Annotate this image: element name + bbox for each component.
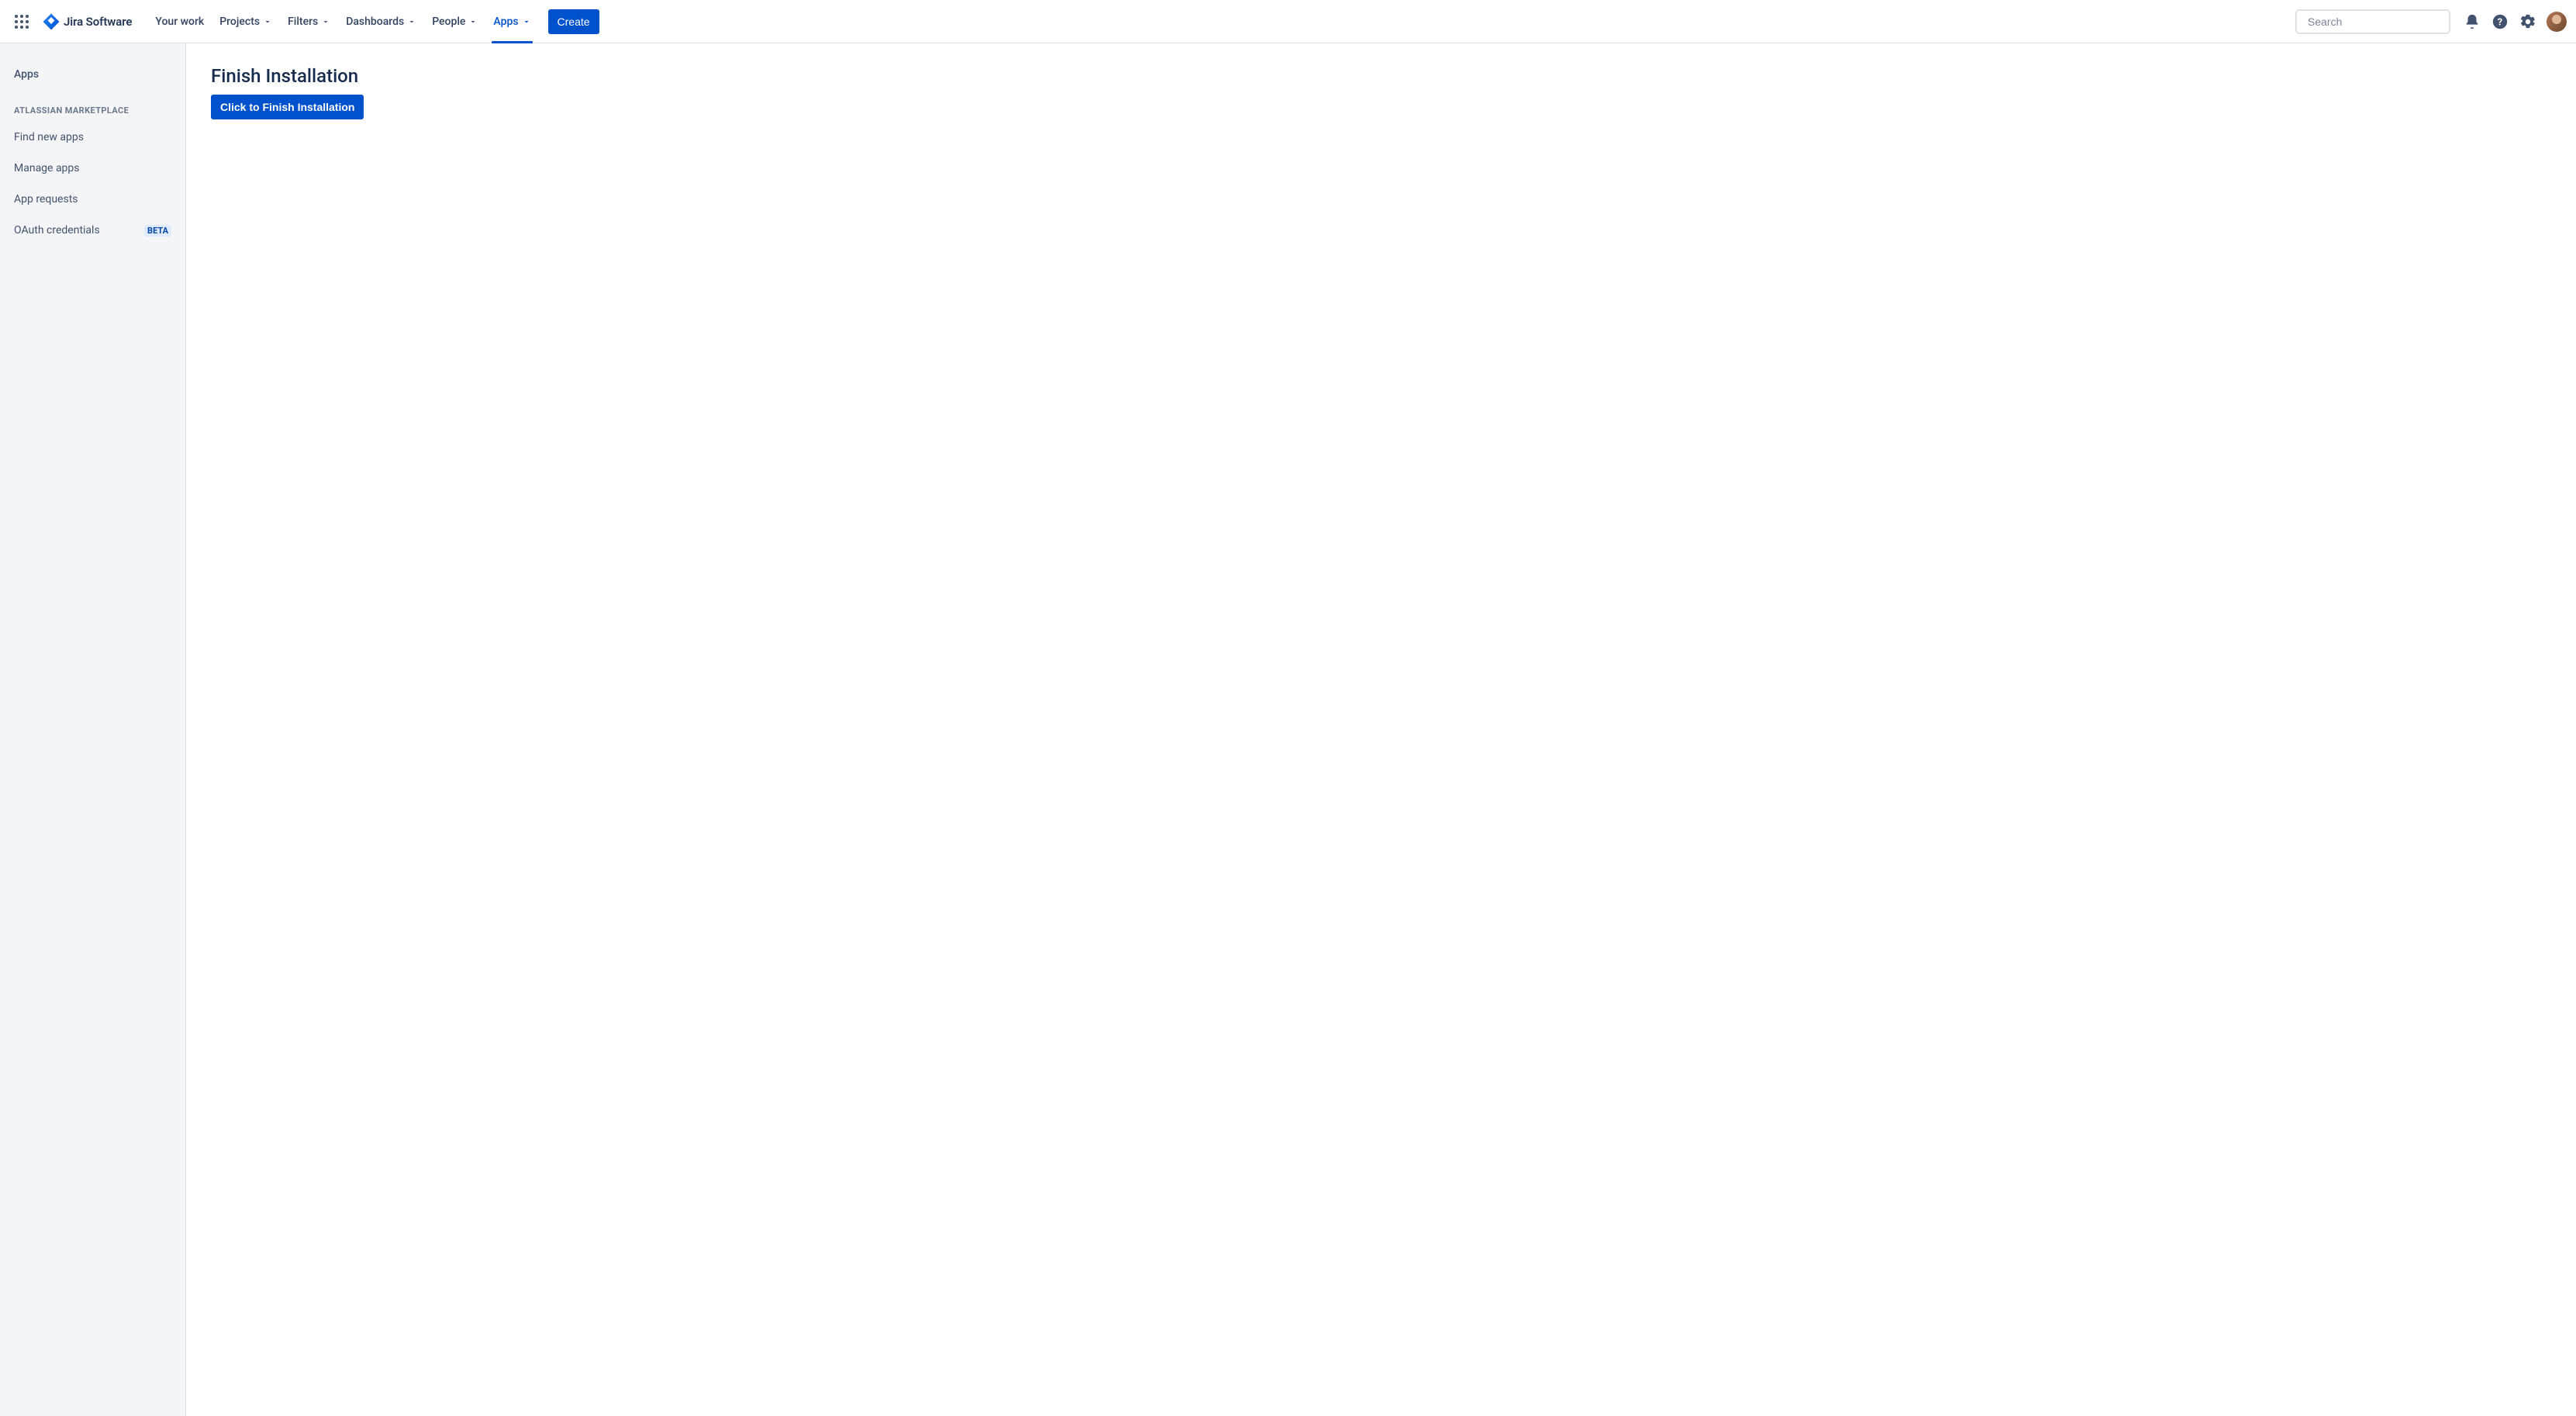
notifications-icon[interactable]: [2460, 9, 2484, 34]
page-title: Finish Installation: [211, 65, 2551, 87]
beta-badge: BETA: [144, 225, 171, 237]
app-switcher-icon[interactable]: [9, 9, 34, 34]
chevron-down-icon: [407, 17, 416, 26]
sidebar-item-label: Manage apps: [14, 162, 80, 174]
help-icon[interactable]: ?: [2488, 9, 2512, 34]
nav-projects[interactable]: Projects: [213, 9, 278, 34]
search-box[interactable]: [2295, 9, 2450, 34]
sidebar-section-label: Atlassian Marketplace: [6, 99, 179, 122]
chevron-down-icon: [468, 17, 478, 26]
nav-your-work[interactable]: Your work: [149, 9, 210, 34]
nav-apps[interactable]: Apps: [487, 9, 537, 34]
jira-logo[interactable]: Jira Software: [37, 9, 136, 34]
nav-people[interactable]: People: [426, 9, 484, 34]
sidebar-item-app-requests[interactable]: App requests: [6, 184, 179, 215]
chevron-down-icon: [321, 17, 330, 26]
sidebar-item-label: App requests: [14, 193, 78, 205]
top-navigation: Jira Software Your work Projects Filters…: [0, 0, 2576, 43]
main-content: Finish Installation Click to Finish Inst…: [186, 43, 2576, 1416]
nav-filters[interactable]: Filters: [281, 9, 337, 34]
sidebar-item-oauth-credentials[interactable]: OAuth credentials BETA: [6, 215, 179, 246]
chevron-down-icon: [522, 17, 531, 26]
product-name: Jira Software: [64, 15, 132, 29]
primary-nav: Your work Projects Filters Dashboards Pe…: [149, 9, 2295, 34]
sidebar-item-label: OAuth credentials: [14, 224, 100, 237]
layout: Apps Atlassian Marketplace Find new apps…: [0, 43, 2576, 1416]
nav-dashboards[interactable]: Dashboards: [340, 9, 423, 34]
jira-mark-icon: [42, 12, 60, 31]
nav-label: Projects: [219, 16, 260, 28]
chevron-down-icon: [263, 17, 272, 26]
sidebar-item-label: Find new apps: [14, 131, 84, 143]
sidebar-title: Apps: [6, 62, 179, 87]
nav-label: Filters: [288, 16, 318, 28]
nav-label: Your work: [155, 16, 204, 28]
svg-text:?: ?: [2498, 16, 2502, 28]
nav-label: People: [432, 16, 465, 28]
sidebar-item-find-new-apps[interactable]: Find new apps: [6, 122, 179, 153]
nav-label: Dashboards: [346, 16, 404, 28]
search-input[interactable]: [2308, 16, 2448, 28]
create-button[interactable]: Create: [548, 9, 599, 34]
nav-label: Apps: [493, 16, 518, 28]
finish-installation-button[interactable]: Click to Finish Installation: [211, 95, 364, 119]
settings-icon[interactable]: [2516, 9, 2540, 34]
sidebar: Apps Atlassian Marketplace Find new apps…: [0, 43, 186, 1416]
avatar[interactable]: [2547, 12, 2567, 32]
nav-right: ?: [2295, 9, 2567, 34]
sidebar-item-manage-apps[interactable]: Manage apps: [6, 153, 179, 184]
